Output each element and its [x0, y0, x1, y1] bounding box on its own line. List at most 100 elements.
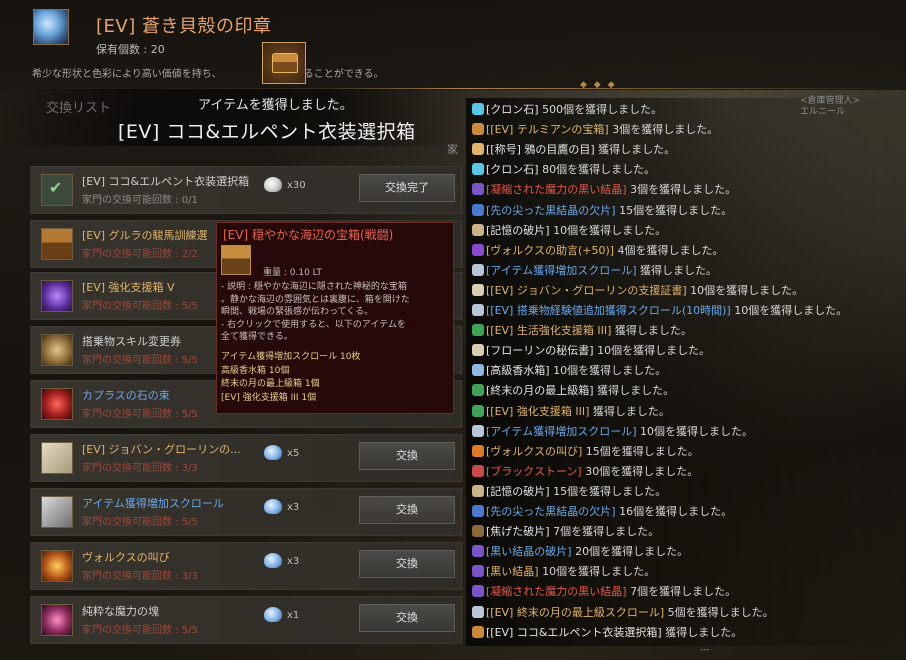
exchange-row[interactable]: ヴォルクスの叫び 家門の交換可能回数 : 3/3 x3 交換 — [30, 542, 462, 590]
tooltip-description: - 説明 : 穏やかな海辺に隠された神秘的な宝箱 。静かな海辺の雰囲気とは裏腹に… — [221, 282, 410, 342]
log-line: [[EV] 搭乗物経験値追加獲得スクロール(10時間)] 10個を獲得しました。 — [472, 301, 847, 321]
exchange-limit: 家門の交換可能回数 : 5/5 — [82, 409, 198, 420]
exchange-cost: x3 — [287, 502, 300, 513]
acquired-item-name: [EV] ココ&エルペント衣装選択箱 — [118, 121, 416, 143]
log-footer: --- — [700, 645, 710, 655]
owned-count: 保有個数 : 20 — [96, 43, 165, 56]
item-title: [EV] 蒼き貝殻の印章 — [96, 16, 272, 37]
log-message: 20個を獲得しました。 — [571, 545, 689, 559]
box-icon — [472, 404, 484, 417]
tooltip-weight: 重量 : 0.10 LT — [263, 268, 322, 278]
shell-seal-icon — [33, 9, 69, 45]
certificate-icon — [41, 442, 73, 474]
exchange-row[interactable]: 純粋な魔力の塊 家門の交換可能回数 : 5/5 x1 交換 — [30, 596, 462, 644]
acquire-message: アイテムを獲得しました。 — [198, 98, 353, 113]
shell-currency-icon — [264, 499, 282, 514]
crystal-icon — [472, 585, 484, 598]
item-description: 希少な形状と色彩により高い価値を持ち、 交換することができる。 — [32, 69, 384, 80]
shell-currency-icon — [264, 607, 282, 622]
advice-icon — [472, 243, 484, 256]
crystal-icon — [472, 545, 484, 558]
coupon-icon — [41, 334, 73, 366]
log-line: [アイテム獲得増加スクロール] 10個を獲得しました。 — [472, 422, 753, 442]
log-item-name: [アイテム獲得増加スクロール] — [486, 263, 637, 277]
log-line: [記憶の破片] 10個を獲得しました。 — [472, 221, 666, 241]
exchange-row[interactable]: [EV] ジョバン・グローリンの... 家門の交換可能回数 : 3/3 x5 交… — [30, 434, 462, 482]
log-message: 16個を獲得しました。 — [615, 505, 733, 518]
log-message: 獲得しました。 — [636, 263, 717, 277]
log-message: 7個を獲得しました。 — [626, 585, 737, 599]
log-item-name: [[EV] 生活強化支援箱 III] — [486, 324, 612, 338]
acquired-item-icon — [262, 42, 306, 84]
log-message: 10個を獲得しました。 — [538, 565, 656, 579]
log-message: 10個を獲得しました。 — [686, 283, 804, 297]
red-stone-icon — [41, 388, 73, 420]
npc-label: <倉庫管理人> エルニール — [800, 96, 861, 117]
log-message: 10個を獲得しました。 — [730, 304, 848, 317]
log-item-name: [クロン石] — [486, 103, 539, 116]
exchange-item-name: ヴォルクスの叫び — [82, 551, 170, 564]
scroll-icon — [41, 496, 73, 528]
log-line: [クロン石] 500個を獲得しました。 — [472, 100, 662, 120]
exchange-limit: 家門の交換可能回数 : 3/3 — [82, 571, 198, 582]
log-line: [先の尖った黒結晶の欠片] 16個を獲得しました。 — [472, 502, 732, 522]
log-message: 10個を獲得しました。 — [549, 364, 667, 378]
log-message: 3個を獲得しました。 — [626, 183, 737, 197]
log-item-name: [終末の月の最上級箱] — [486, 384, 594, 398]
exchange-item-name: アイテム獲得増加スクロール — [82, 497, 224, 510]
log-message: 15個を獲得しました。 — [615, 203, 733, 217]
log-line: [クロン石] 80個を獲得しました。 — [472, 160, 655, 180]
log-item-name: [ブラックストーン] — [486, 464, 582, 478]
log-item-name: [先の尖った黒結晶の欠片] — [486, 203, 616, 217]
log-message: 獲得しました。 — [589, 404, 670, 418]
exchange-limit: 家門の交換可能回数 : 0/1 — [82, 195, 198, 206]
chest-icon — [472, 123, 484, 136]
exchange-done-button[interactable]: 交換完了 — [359, 174, 455, 202]
exchange-limit: 家門の交換可能回数 : 5/5 — [82, 517, 198, 528]
exchange-item-name: [EV] ジョバン・グローリンの... — [82, 443, 241, 456]
log-message: 獲得しました。 — [611, 324, 692, 338]
treasure-chest-icon — [221, 245, 251, 275]
log-item-name: [黒い結晶] — [486, 565, 539, 579]
perfume-icon — [472, 364, 484, 377]
exchange-limit: 家門の交換可能回数 : 3/3 — [82, 463, 198, 474]
exchange-button[interactable]: 交換 — [359, 550, 455, 578]
exchange-button[interactable]: 交換 — [359, 604, 455, 632]
memory-icon — [472, 484, 484, 497]
log-item-name: [クロン石] — [486, 163, 539, 177]
item-tooltip: [EV] 穏やかな海辺の宝箱(戦闘) 重量 : 0.10 LT - 説明 : 穏… — [216, 222, 454, 414]
log-item-name: [先の尖った黒結晶の欠片] — [486, 505, 616, 518]
exchange-item-name: 搭乗物スキル変更券 — [82, 335, 181, 348]
exchange-button[interactable]: 交換 — [359, 496, 455, 524]
log-item-name: [ヴォルクスの叫び] — [486, 444, 583, 458]
log-message: 10個を獲得しました。 — [636, 424, 753, 438]
log-line: [終末の月の最上級箱] 獲得しました。 — [472, 381, 674, 401]
log-message: 80個を獲得しました。 — [538, 163, 656, 177]
scroll-icon — [472, 304, 484, 316]
log-item-name: [[EV] テルミアンの宝箱] — [486, 123, 609, 137]
exchange-row[interactable]: アイテム獲得増加スクロール 家門の交換可能回数 : 5/5 x3 交換 — [30, 488, 462, 536]
log-message: 3個を獲得しました。 — [608, 123, 719, 137]
log-item-name: [高級香水箱] — [486, 364, 550, 378]
shell-currency-icon — [264, 177, 282, 192]
log-line: [凝縮された魔力の黒い結晶] 3個を獲得しました。 — [472, 180, 736, 200]
certificate-icon — [472, 283, 484, 296]
exchange-item-name: [EV] ココ&エルペント衣装選択箱 — [82, 175, 250, 188]
exchange-limit: 家門の交換可能回数 : 5/5 — [82, 301, 198, 312]
log-line: [[称号] 鴉の目鷹の目] 獲得しました。 — [472, 140, 675, 160]
exchange-item-name: 純粋な魔力の塊 — [82, 605, 159, 618]
purple-box-icon — [41, 280, 73, 312]
log-message: 500個を獲得しました。 — [538, 103, 663, 116]
exchange-button[interactable]: 交換 — [359, 442, 455, 470]
log-item-name: [[EV] 搭乗物経験値追加獲得スクロール(10時間)] — [486, 304, 731, 317]
scroll-icon — [472, 263, 484, 276]
kron-stone-icon — [472, 163, 484, 176]
item-header: [EV] 蒼き貝殻の印章 保有個数 : 20 希少な形状と色彩により高い価値を持… — [0, 0, 906, 90]
memory-icon — [472, 223, 484, 236]
log-message: 10個を獲得しました。 — [549, 223, 667, 237]
log-item-name: [記憶の破片] — [486, 223, 550, 237]
log-message: 30個を獲得しました。 — [581, 464, 699, 478]
chest-icon — [472, 625, 484, 638]
exchange-row[interactable]: ✔ [EV] ココ&エルペント衣装選択箱 家門の交換可能回数 : 0/1 x30… — [30, 166, 462, 214]
log-line: [[EV] ココ&エルペント衣装選択箱] 獲得しました。 — [472, 623, 742, 643]
